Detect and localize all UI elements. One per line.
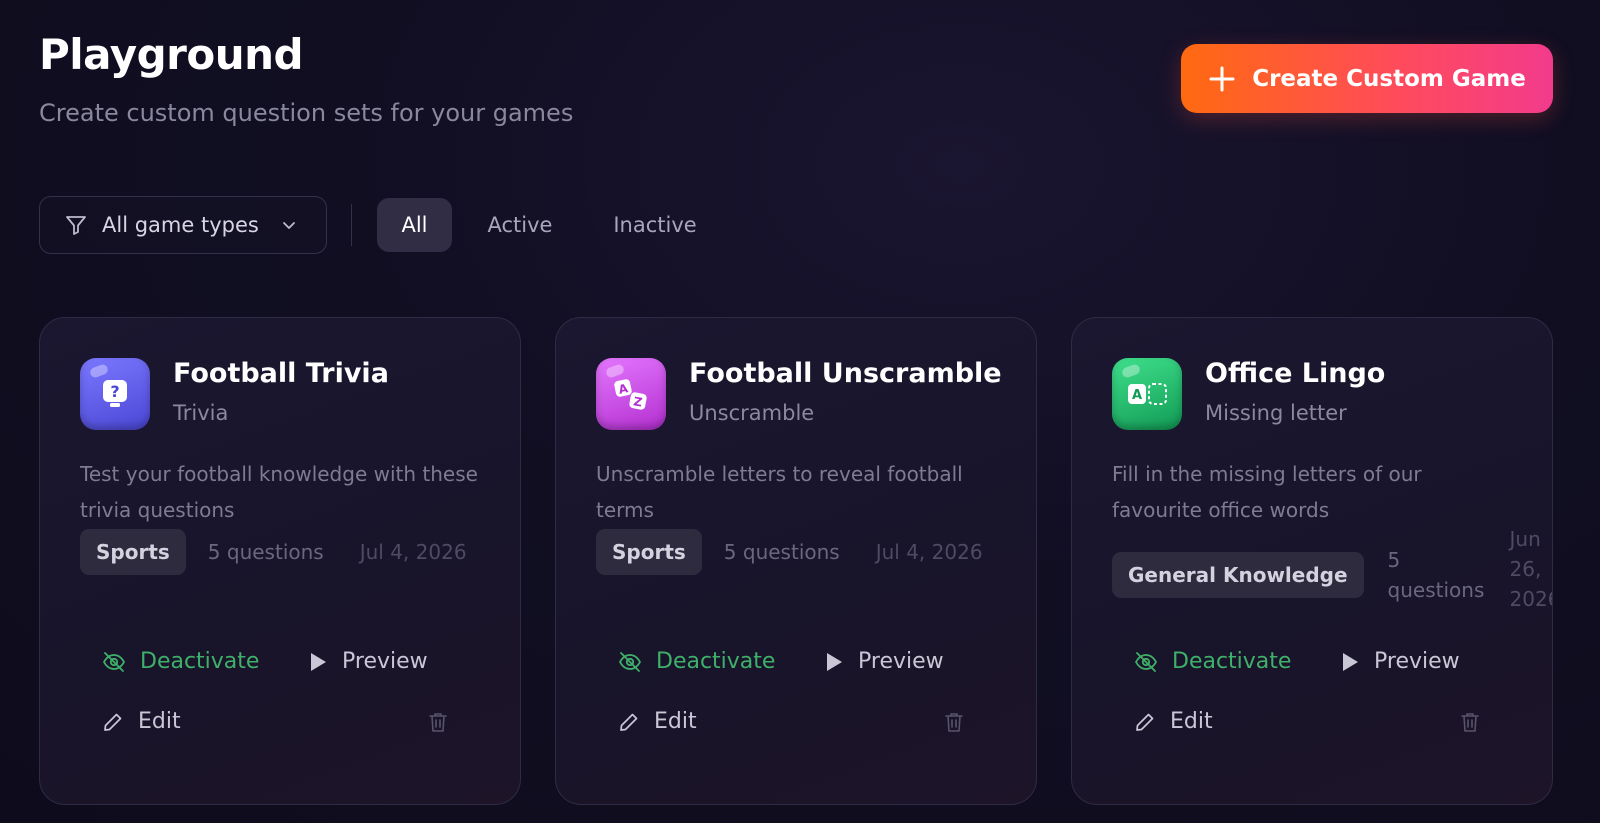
preview-label: Preview	[1374, 649, 1460, 674]
deactivate-label: Deactivate	[1172, 649, 1292, 674]
filter-icon	[66, 216, 86, 235]
tab-inactive[interactable]: Inactive	[596, 198, 714, 252]
question-count: 5 questions	[207, 540, 324, 564]
card-date: Jun 26, 2026	[1509, 527, 1552, 611]
missing-letter-icon: A	[1112, 358, 1182, 430]
eye-off-icon	[618, 651, 642, 672]
card-meta: Sports 5 questions Jul 4, 2026	[80, 529, 467, 575]
preview-button[interactable]: Preview	[1340, 649, 1460, 674]
card-game-type: Unscramble	[689, 401, 815, 425]
game-type-select-value: All game types	[102, 213, 259, 237]
page-subtitle: Create custom question sets for your gam…	[39, 99, 574, 127]
unscramble-az-icon: A Z	[596, 358, 666, 430]
card-title: Office Lingo	[1205, 358, 1386, 389]
tab-all[interactable]: All	[377, 198, 452, 252]
playground-page: Playground Create custom question sets f…	[0, 0, 1600, 823]
card-date: Jul 4, 2026	[875, 540, 983, 564]
pencil-icon	[620, 713, 638, 731]
svg-text:?: ?	[110, 382, 119, 401]
question-count: 5 questions	[723, 540, 840, 564]
eye-off-icon	[102, 651, 126, 672]
tab-all-label: All	[401, 213, 428, 237]
deactivate-button[interactable]: Deactivate	[1134, 649, 1291, 674]
deactivate-label: Deactivate	[656, 649, 776, 674]
card-meta: General Knowledge 5 questions Jun 26, 20…	[1112, 527, 1552, 612]
plus-icon	[1209, 66, 1235, 91]
tab-active-label: Active	[487, 213, 553, 237]
card-description: Test your football knowledge with these …	[80, 462, 478, 522]
preview-button[interactable]: Preview	[308, 649, 428, 674]
question-count: 5 questions	[1387, 548, 1485, 602]
category-tag: General Knowledge	[1112, 552, 1364, 598]
game-card[interactable]: ? Football Trivia Trivia Test your footb…	[39, 317, 521, 805]
edit-label: Edit	[1170, 709, 1213, 734]
tab-active[interactable]: Active	[474, 198, 566, 252]
category-tag: Sports	[596, 529, 702, 575]
trivia-question-icon: ?	[80, 358, 150, 430]
play-icon	[1343, 652, 1358, 671]
create-custom-game-label: Create Custom Game	[1252, 65, 1526, 92]
preview-label: Preview	[858, 649, 944, 674]
card-title: Football Unscramble	[689, 358, 1002, 389]
chevron-down-icon	[282, 222, 295, 229]
play-icon	[827, 652, 842, 671]
card-description: Unscramble letters to reveal football te…	[596, 462, 963, 522]
edit-button[interactable]: Edit	[1134, 709, 1213, 734]
play-icon	[311, 652, 326, 671]
card-game-type: Missing letter	[1205, 401, 1347, 425]
edit-button[interactable]: Edit	[102, 709, 181, 734]
delete-button[interactable]	[1460, 711, 1480, 733]
create-custom-game-button[interactable]: Create Custom Game	[1181, 44, 1553, 113]
card-description: Fill in the missing letters of our favou…	[1112, 462, 1422, 522]
pencil-icon	[1136, 713, 1154, 731]
game-card[interactable]: A Office Lingo Missing letter Fill in th…	[1071, 317, 1553, 805]
deactivate-label: Deactivate	[140, 649, 260, 674]
game-card[interactable]: A Z Football Unscramble Unscramble Unscr…	[555, 317, 1037, 805]
page-title: Playground	[39, 30, 304, 79]
card-game-type: Trivia	[173, 401, 229, 425]
trash-icon	[1461, 713, 1479, 732]
filter-divider	[351, 204, 352, 246]
category-tag: Sports	[80, 529, 186, 575]
trash-icon	[429, 713, 447, 732]
card-title: Football Trivia	[173, 358, 389, 389]
preview-button[interactable]: Preview	[824, 649, 944, 674]
deactivate-button[interactable]: Deactivate	[618, 649, 775, 674]
tab-inactive-label: Inactive	[613, 213, 697, 237]
trash-icon	[945, 713, 963, 732]
deactivate-button[interactable]: Deactivate	[102, 649, 259, 674]
edit-button[interactable]: Edit	[618, 709, 697, 734]
delete-button[interactable]	[944, 711, 964, 733]
card-meta: Sports 5 questions Jul 4, 2026	[596, 529, 983, 575]
preview-label: Preview	[342, 649, 428, 674]
card-date: Jul 4, 2026	[359, 540, 467, 564]
delete-button[interactable]	[428, 711, 448, 733]
pencil-icon	[104, 713, 122, 731]
eye-off-icon	[1134, 651, 1158, 672]
edit-label: Edit	[654, 709, 697, 734]
game-type-select[interactable]: All game types	[39, 196, 327, 254]
svg-text:A: A	[1132, 388, 1142, 403]
edit-label: Edit	[138, 709, 181, 734]
